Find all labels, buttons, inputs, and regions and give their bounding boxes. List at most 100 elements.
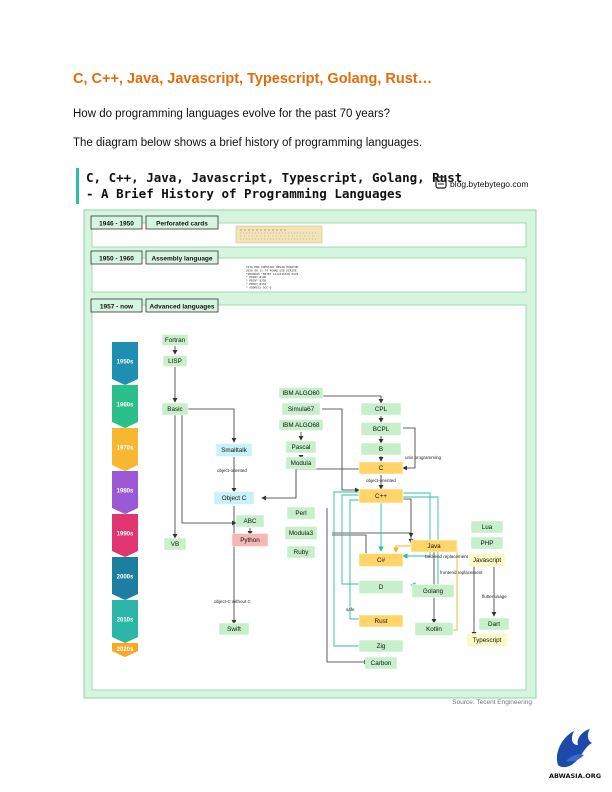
language-node-zig: Zig xyxy=(358,639,404,653)
decade-label: 1980s xyxy=(117,489,134,495)
language-label-modula3: Modula3 xyxy=(289,530,314,537)
language-label-kotlin: Kotlin xyxy=(426,626,442,633)
annotation-flutter-usage: flutter usage xyxy=(482,594,507,599)
language-label-d: D xyxy=(379,584,384,591)
language-label-perl: Perl xyxy=(295,510,306,517)
language-node-simula67: Simula67 xyxy=(281,402,321,416)
language-node-carbon: Carbon xyxy=(364,656,398,670)
language-node-typescript: Typescript xyxy=(466,633,508,647)
annotation-backend-replacement: backend replacement xyxy=(425,554,469,559)
language-label-smalltalk: Smalltalk xyxy=(221,447,247,454)
language-node-golang: Golang xyxy=(411,584,455,598)
language-label-javascript: Javascript xyxy=(473,557,502,564)
language-label-ruby: Ruby xyxy=(294,549,310,556)
language-node-lisp: LISP xyxy=(162,355,188,367)
decade-label: 1960s xyxy=(117,403,134,409)
language-node-javascript: Javascript xyxy=(468,553,506,567)
annotation-frontend-replacement: frontend replacement xyxy=(440,570,483,575)
language-node-kotlin: Kotlin xyxy=(414,622,454,636)
title-accent-bar xyxy=(76,168,79,204)
language-node-perl: Perl xyxy=(286,506,316,520)
language-node-java: Java xyxy=(410,539,458,553)
language-label-c: C xyxy=(379,465,384,472)
language-label-swift: Swift xyxy=(227,626,241,633)
language-node-swift: Swift xyxy=(218,622,250,636)
language-label-lisp: LISP xyxy=(168,358,182,365)
language-node-bcpl: BCPL xyxy=(360,422,402,436)
history-diagram: C, C++, Java, Javascript, Typescript, Go… xyxy=(74,160,542,708)
language-node-c: C xyxy=(358,461,404,475)
language-label-dart: Dart xyxy=(488,621,500,628)
decade-label: 1990s xyxy=(117,532,134,538)
language-label-fortran: Fortran xyxy=(165,337,186,344)
language-label-rust: Rust xyxy=(375,618,388,625)
language-node-modula3: Modula3 xyxy=(284,526,318,540)
era-years: 1950 - 1960 xyxy=(99,256,134,263)
annotation-unix-programming: unix programming xyxy=(405,455,442,460)
language-node-dart: Dart xyxy=(478,617,510,631)
language-label-pascal: Pascal xyxy=(292,444,311,451)
punch-card-image xyxy=(235,225,323,244)
language-label-carbon: Carbon xyxy=(371,660,392,667)
era-advanced-languages: 1957 - now Advanced languages xyxy=(90,298,527,691)
language-label-lua: Lua xyxy=(482,524,493,531)
language-node-cpl: CPL xyxy=(360,402,402,416)
language-label-modula: Modula xyxy=(291,460,312,467)
language-label-bcpl: BCPL xyxy=(373,426,390,433)
language-label-algo60: IBM ALGO60 xyxy=(282,390,320,397)
language-label-abc: ABC xyxy=(244,518,257,525)
era-years: 1946 - 1950 xyxy=(99,221,134,228)
language-label-cpp: C++ xyxy=(375,493,387,500)
language-label-python: Python xyxy=(240,537,260,544)
decade-timeline: 1950s 1960s 1970s 1980s 1990s 2000s 2010s 2020s xyxy=(112,342,138,657)
figure-title-line2: - A Brief History of Programming Languag… xyxy=(86,186,402,201)
language-label-algo68: IBM ALGO68 xyxy=(282,422,320,429)
language-node-modula: Modula xyxy=(285,456,317,470)
figure-source: Source: Tecent Engineering xyxy=(452,699,532,706)
figure-title-line1: C, C++, Java, Javascript, Typescript, Go… xyxy=(86,170,462,185)
language-label-simula67: Simula67 xyxy=(288,406,315,413)
language-node-d: D xyxy=(358,580,404,594)
assembly-line: * ADDRESS 5CC 0 xyxy=(246,285,272,289)
language-label-java: Java xyxy=(427,543,441,550)
language-node-python: Python xyxy=(231,533,269,547)
language-label-golang: Golang xyxy=(423,588,444,595)
decade-label: 2010s xyxy=(117,618,134,624)
era-label: Assembly language xyxy=(151,256,212,263)
language-label-cpl: CPL xyxy=(375,406,388,413)
brand-text: blog.bytebytego.com xyxy=(450,179,528,189)
era-years: 1957 - now xyxy=(100,304,134,311)
language-label-zig: Zig xyxy=(377,643,386,650)
era-label: Advanced languages xyxy=(149,304,214,311)
language-node-pascal: Pascal xyxy=(285,440,317,454)
language-node-algo68: IBM ALGO68 xyxy=(278,419,324,431)
language-node-fortran: Fortran xyxy=(161,334,189,346)
abwasia-logo: ABWASIA.ORG xyxy=(549,729,601,780)
language-node-lua: Lua xyxy=(470,520,504,534)
language-node-ruby: Ruby xyxy=(286,545,316,559)
language-node-algo60: IBM ALGO60 xyxy=(278,387,324,399)
annotation-object-oriented: object-oriented xyxy=(217,468,247,473)
language-node-rust: Rust xyxy=(358,614,404,628)
language-node-csharp: C# xyxy=(358,553,404,567)
annotation-object-c-without-c: object-C without C xyxy=(214,599,252,604)
annotation-object-oriented-cpp: object-oriented xyxy=(366,478,396,483)
language-node-smalltalk: Smalltalk xyxy=(215,443,253,457)
decade-label: 2000s xyxy=(117,575,134,581)
language-label-php: PHP xyxy=(481,540,494,547)
logo-text: ABWASIA.ORG xyxy=(549,772,601,780)
language-node-vb: VB xyxy=(163,537,187,551)
annotation-safe: safe xyxy=(346,607,355,612)
language-node-objc: Object C xyxy=(213,491,255,505)
intro-paragraph: How do programming languages evolve for … xyxy=(73,108,391,120)
language-label-vb: VB xyxy=(171,541,179,548)
decade-label: 1950s xyxy=(117,360,134,366)
document-title: C, C++, Java, Javascript, Typescript, Go… xyxy=(73,71,433,87)
language-node-cpp: C++ xyxy=(358,488,404,504)
language-node-b: B xyxy=(360,442,402,456)
language-node-abc: ABC xyxy=(235,514,265,528)
language-label-b: B xyxy=(379,446,383,453)
diagram-intro-paragraph: The diagram below shows a brief history … xyxy=(73,137,423,149)
language-label-typescript: Typescript xyxy=(473,637,502,644)
language-node-basic: Basic xyxy=(161,402,189,416)
